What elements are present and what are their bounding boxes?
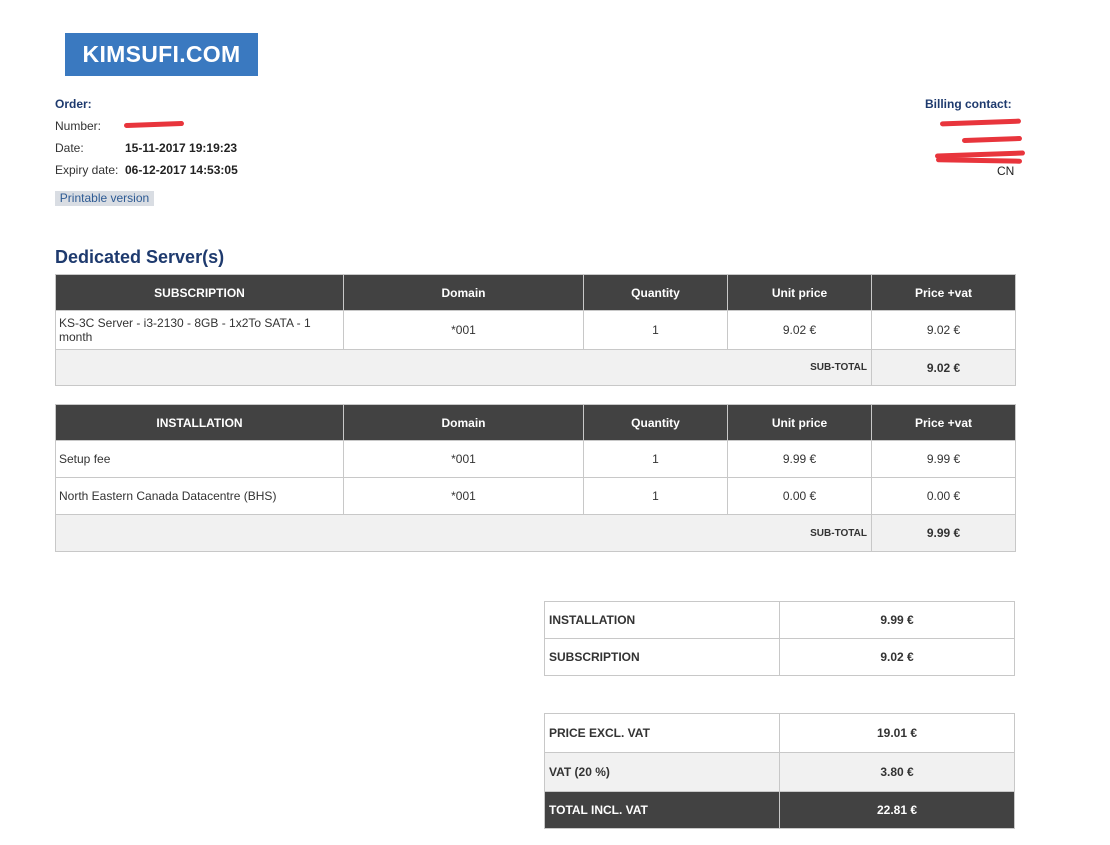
summary-row: SUBSCRIPTION 9.02 € [544, 638, 1015, 676]
total-incl-vat-value: 22.81 € [779, 791, 1015, 829]
item-description: KS-3C Server - i3-2130 - 8GB - 1x2To SAT… [55, 310, 344, 350]
billing-line3b-redaction [935, 157, 1023, 164]
subtotal-label: SUB-TOTAL [55, 349, 872, 386]
order-number-row: Number: [55, 119, 101, 133]
installation-header-row: INSTALLATION Domain Quantity Unit price … [55, 404, 1016, 441]
kimsufi-logo: KIMSUFI.COM [65, 33, 258, 76]
item-quantity: 1 [583, 440, 728, 478]
item-quantity: 1 [583, 310, 728, 350]
item-price-vat: 9.99 € [871, 440, 1016, 478]
installation-header: INSTALLATION [55, 404, 344, 441]
subscription-header-row: SUBSCRIPTION Domain Quantity Unit price … [55, 274, 1016, 311]
price-excl-vat-row: PRICE EXCL. VAT 19.01 € [544, 713, 1015, 753]
billing-country: CN [997, 164, 1015, 178]
table-row: North Eastern Canada Datacentre (BHS) *0… [55, 477, 1016, 515]
item-quantity: 1 [583, 477, 728, 515]
installation-table: INSTALLATION Domain Quantity Unit price … [55, 404, 1016, 552]
vat-label: VAT (20 %) [544, 752, 780, 792]
item-unit-price: 9.99 € [727, 440, 872, 478]
subscription-header: SUBSCRIPTION [55, 274, 344, 311]
unit-price-header: Unit price [727, 404, 872, 441]
price-excl-vat-label: PRICE EXCL. VAT [544, 713, 780, 753]
billing-line2-redaction [961, 135, 1023, 144]
item-domain: *001 [343, 310, 584, 350]
item-price-vat: 0.00 € [871, 477, 1016, 515]
order-date-label: Date: [55, 141, 84, 155]
billing-line1-redaction [939, 118, 1022, 127]
table-row: Setup fee *001 1 9.99 € 9.99 € [55, 440, 1016, 478]
total-incl-vat-row: TOTAL INCL. VAT 22.81 € [544, 791, 1015, 829]
order-expiry-value: 06-12-2017 14:53:05 [125, 163, 238, 177]
unit-price-header: Unit price [727, 274, 872, 311]
total-incl-vat-label: TOTAL INCL. VAT [544, 791, 780, 829]
item-description: Setup fee [55, 440, 344, 478]
price-excl-vat-value: 19.01 € [779, 713, 1015, 753]
domain-header: Domain [343, 404, 584, 441]
order-expiry-label: Expiry date: [55, 163, 119, 177]
summary-value: 9.02 € [779, 638, 1015, 676]
order-expiry-row: Expiry date: 06-12-2017 14:53:05 [55, 163, 238, 177]
printable-version-link[interactable]: Printable version [55, 191, 154, 206]
price-vat-header: Price +vat [871, 274, 1016, 311]
order-number-label: Number: [55, 119, 102, 133]
item-domain: *001 [343, 440, 584, 478]
order-number-redaction [123, 120, 185, 129]
billing-contact-title: Billing contact: [925, 97, 1012, 111]
price-vat-header: Price +vat [871, 404, 1016, 441]
subtotal-row: SUB-TOTAL 9.99 € [55, 514, 1016, 552]
subtotal-label: SUB-TOTAL [55, 514, 872, 552]
item-unit-price: 9.02 € [727, 310, 872, 350]
item-price-vat: 9.02 € [871, 310, 1016, 350]
summary-table: INSTALLATION 9.99 € SUBSCRIPTION 9.02 € [544, 601, 1015, 676]
vat-value: 3.80 € [779, 752, 1015, 792]
item-domain: *001 [343, 477, 584, 515]
order-title: Order: [55, 97, 92, 111]
subtotal-row: SUB-TOTAL 9.02 € [55, 349, 1016, 386]
summary-label: INSTALLATION [544, 601, 780, 639]
summary-value: 9.99 € [779, 601, 1015, 639]
vat-row: VAT (20 %) 3.80 € [544, 752, 1015, 792]
item-description: North Eastern Canada Datacentre (BHS) [55, 477, 344, 515]
subtotal-value: 9.99 € [871, 514, 1016, 552]
quantity-header: Quantity [583, 404, 728, 441]
table-row: KS-3C Server - i3-2130 - 8GB - 1x2To SAT… [55, 310, 1016, 350]
summary-row: INSTALLATION 9.99 € [544, 601, 1015, 639]
section-title: Dedicated Server(s) [55, 247, 225, 267]
order-date-row: Date: 15-11-2017 19:19:23 [55, 141, 237, 155]
order-date-value: 15-11-2017 19:19:23 [125, 141, 238, 155]
summary-label: SUBSCRIPTION [544, 638, 780, 676]
item-unit-price: 0.00 € [727, 477, 872, 515]
quantity-header: Quantity [583, 274, 728, 311]
totals-table: PRICE EXCL. VAT 19.01 € VAT (20 %) 3.80 … [544, 713, 1015, 829]
subscription-table: SUBSCRIPTION Domain Quantity Unit price … [55, 274, 1016, 386]
subtotal-value: 9.02 € [871, 349, 1016, 386]
domain-header: Domain [343, 274, 584, 311]
